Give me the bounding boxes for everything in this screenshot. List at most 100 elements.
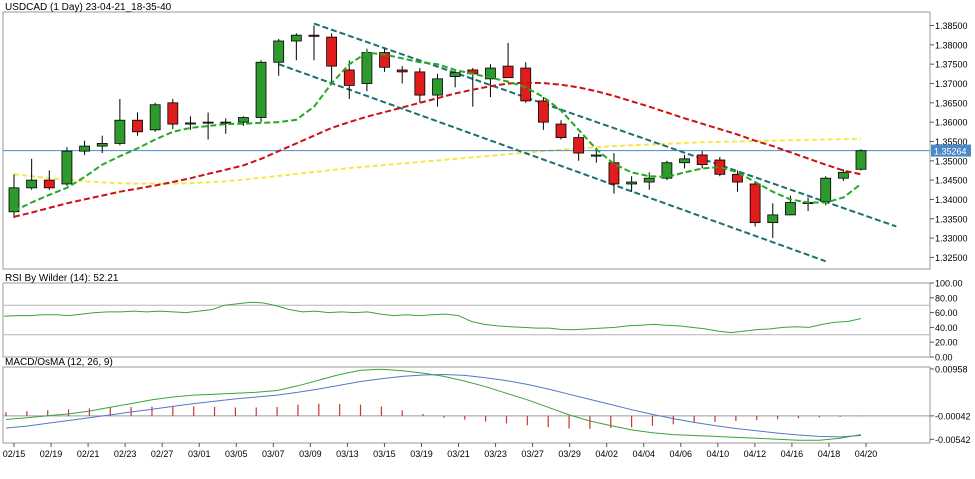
x-axis-tick-label: 04/04: [632, 449, 655, 459]
x-axis-tick-label: 03/07: [262, 449, 285, 459]
rsi-axis-tick-label: 0.00: [935, 353, 953, 363]
x-axis-tick-label: 02/23: [114, 449, 137, 459]
macd-panel-title: MACD/OsMA (12, 26, 9): [5, 357, 113, 368]
price-axis-tick-label: 1.37500: [935, 60, 968, 70]
candle-body: [767, 214, 779, 224]
x-axis-tick-label: 03/29: [558, 449, 581, 459]
x-axis-tick-label: 03/13: [336, 449, 359, 459]
candle-body: [626, 181, 638, 185]
candle-body: [132, 119, 143, 133]
candle: [61, 147, 73, 186]
candle-body: [679, 158, 690, 164]
price-axis-tick-label: 1.32500: [935, 253, 968, 263]
macd-axis-tick-label: -0.00042: [935, 411, 971, 421]
candle-body: [79, 145, 90, 152]
rsi-axis-tick-label: 60.00: [935, 308, 958, 318]
chart-canvas: USDCAD (1 Day) 23-04-21_18-35-40 1.32500…: [0, 0, 975, 474]
x-axis-tick-label: 04/06: [670, 449, 693, 459]
price-panel-title: USDCAD (1 Day) 23-04-21_18-35-40: [5, 2, 172, 13]
candle-body: [114, 119, 126, 144]
price-axis-tick-label: 1.35000: [935, 156, 968, 166]
candle-body: [255, 61, 267, 118]
candle-body: [414, 71, 426, 96]
rsi-panel: [2, 282, 931, 358]
x-axis-tick-label: 04/18: [818, 449, 841, 459]
x-axis-tick-label: 03/15: [373, 449, 396, 459]
price-axis-tick-label: 1.34500: [935, 176, 968, 186]
x-axis-tick-label: 03/01: [188, 449, 211, 459]
candle-body: [43, 179, 55, 189]
candle-body: [202, 121, 214, 124]
x-axis-tick-label: 03/21: [447, 449, 470, 459]
x-axis-tick-label: 02/19: [40, 449, 63, 459]
candle-body: [61, 150, 73, 185]
candle-body: [855, 150, 867, 170]
candle: [255, 60, 267, 123]
rsi-axis-tick-label: 80.00: [935, 293, 958, 303]
candle-body: [308, 34, 320, 37]
macd-panel: [2, 366, 931, 444]
macd-axis-tick-label: 0.00958: [935, 364, 968, 374]
x-axis-tick-label: 04/02: [595, 449, 618, 459]
rsi-panel-title: RSI By Wilder (14): 52.21: [5, 273, 119, 284]
chart-window: USDCAD (1 Day) 23-04-21_18-35-40 1.32500…: [0, 0, 975, 474]
candle-body: [290, 34, 302, 42]
candle: [149, 102, 161, 132]
candle-body: [220, 121, 232, 124]
candle-body: [343, 69, 355, 86]
rsi-axis-tick-label: 20.00: [935, 338, 958, 348]
price-axis-tick-label: 1.36000: [935, 118, 968, 128]
candle-body: [26, 179, 38, 189]
price-axis-tick-label: 1.34000: [935, 195, 968, 205]
price-axis-tick-label: 1.38500: [935, 21, 968, 31]
x-axis-tick-label: 02/27: [151, 449, 174, 459]
candle-body: [361, 52, 373, 84]
x-axis-tick-label: 03/05: [225, 449, 248, 459]
candle-body: [732, 173, 743, 183]
candle: [855, 149, 867, 171]
candle-body: [149, 104, 161, 131]
x-axis-tick-label: 04/10: [707, 449, 730, 459]
candle-body: [555, 123, 567, 139]
candle-body: [837, 171, 849, 179]
candle-body: [537, 100, 549, 123]
x-axis-tick-label: 03/23: [484, 449, 507, 459]
candle-body: [573, 137, 585, 154]
candle-body: [432, 78, 443, 96]
price-axis-tick-label: 1.38000: [935, 40, 968, 50]
price-axis-tick-label: 1.37000: [935, 79, 968, 89]
candle-body: [185, 122, 196, 125]
x-axis-tick-label: 03/27: [521, 449, 544, 459]
candle-body: [502, 65, 514, 79]
x-axis-tick-label: 02/21: [77, 449, 100, 459]
x-axis-tick-label: 04/16: [781, 449, 804, 459]
candle-body: [96, 142, 108, 147]
macd-axis-tick-label: -0.00542: [935, 435, 971, 445]
x-axis-tick-label: 03/19: [410, 449, 433, 459]
candle: [749, 182, 761, 227]
candle: [820, 176, 832, 206]
price-axis-tick-label: 1.33000: [935, 234, 968, 244]
x-axis-tick-label: 04/20: [855, 449, 878, 459]
x-axis-tick-label: 03/09: [299, 449, 322, 459]
candle-body: [590, 154, 602, 157]
candle-body: [273, 40, 285, 63]
price-axis-tick-label: 1.33500: [935, 214, 968, 224]
candle-body: [696, 154, 708, 166]
rsi-axis-tick-label: 40.00: [935, 323, 958, 333]
candle-body: [785, 202, 796, 216]
rsi-axis-tick-label: 100.00: [935, 279, 963, 289]
price-axis-tick-label: 1.36500: [935, 98, 968, 108]
current-price-label: 1.35264: [934, 147, 967, 157]
candle-body: [167, 102, 179, 125]
candle-body: [820, 177, 832, 202]
x-axis-tick-label: 02/15: [3, 449, 26, 459]
candle-body: [326, 36, 338, 67]
candle-body: [449, 72, 461, 77]
candle-body: [396, 69, 408, 73]
candle-body: [749, 183, 761, 224]
candle-body: [520, 67, 532, 102]
candle-body: [237, 117, 249, 123]
candle-body: [643, 177, 655, 183]
x-axis-tick-label: 04/12: [744, 449, 767, 459]
